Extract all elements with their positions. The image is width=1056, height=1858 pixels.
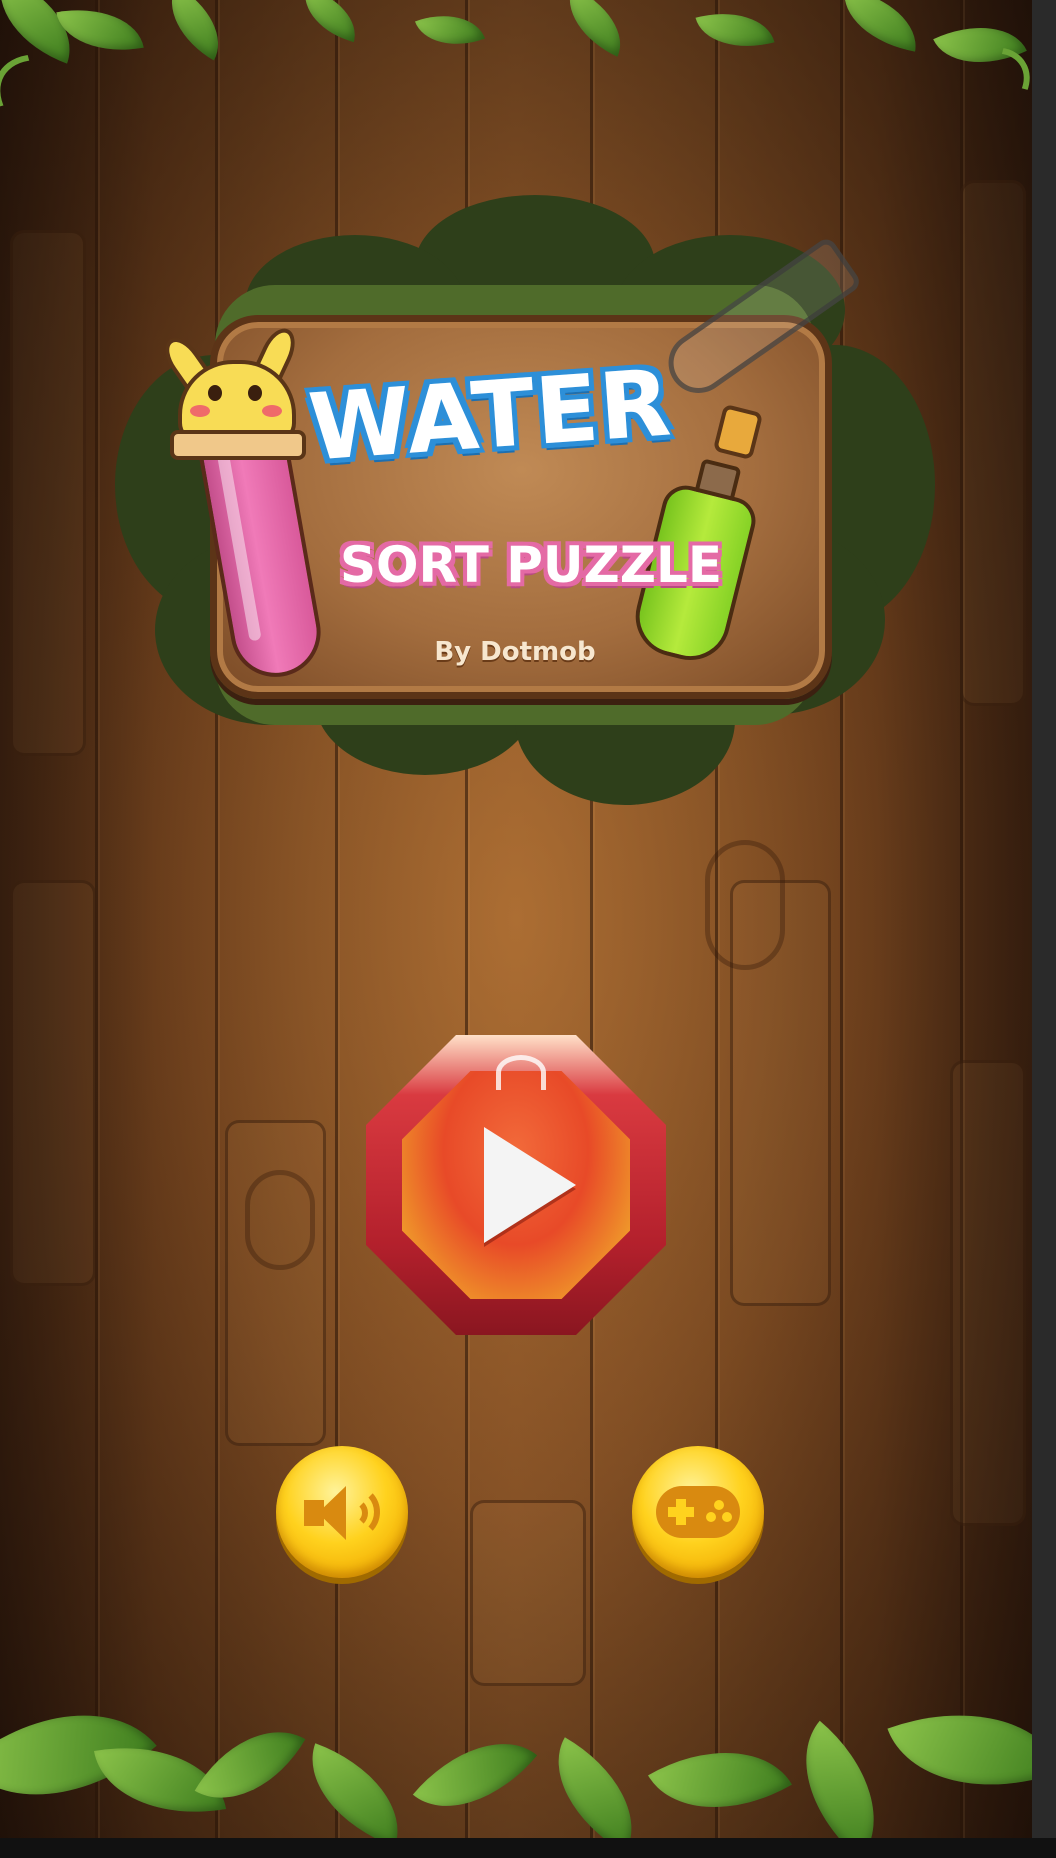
window-edge bbox=[1032, 0, 1056, 1858]
developer-byline: By Dotmob bbox=[434, 637, 596, 667]
gamepad-button[interactable] bbox=[632, 1446, 764, 1578]
sound-toggle-button[interactable] bbox=[276, 1446, 408, 1578]
leaf-decoration bbox=[695, 0, 775, 61]
background-stone bbox=[10, 880, 96, 1286]
play-button[interactable] bbox=[366, 1035, 666, 1335]
pikachu-cap-icon bbox=[157, 323, 306, 460]
leaf-decoration bbox=[295, 0, 365, 43]
leaf-decoration bbox=[529, 1737, 661, 1838]
leaf-decoration bbox=[553, 0, 637, 57]
background-stone bbox=[10, 230, 86, 756]
play-icon bbox=[484, 1127, 576, 1243]
leaf-decoration bbox=[291, 1743, 419, 1838]
gamepad-icon bbox=[656, 1486, 740, 1538]
game-title-sort-puzzle: SORT PUZZLE bbox=[339, 536, 723, 594]
leaf-decoration bbox=[648, 1715, 792, 1838]
carved-glyph bbox=[245, 1170, 315, 1270]
leaf-decoration bbox=[836, 0, 924, 52]
background-stone bbox=[225, 1120, 326, 1446]
leaf-decoration bbox=[414, 0, 486, 60]
leaf-decoration bbox=[412, 1710, 538, 1838]
background-stone bbox=[470, 1500, 586, 1686]
window-edge bbox=[0, 1838, 1056, 1858]
leaf-decoration bbox=[153, 0, 237, 61]
background-stone bbox=[960, 180, 1026, 706]
speaker-icon bbox=[304, 1480, 384, 1544]
background-stone bbox=[950, 1060, 1026, 1526]
carved-glyph bbox=[705, 840, 785, 970]
game-screen: WATER SORT PUZZLE By Dotmob bbox=[0, 0, 1032, 1838]
